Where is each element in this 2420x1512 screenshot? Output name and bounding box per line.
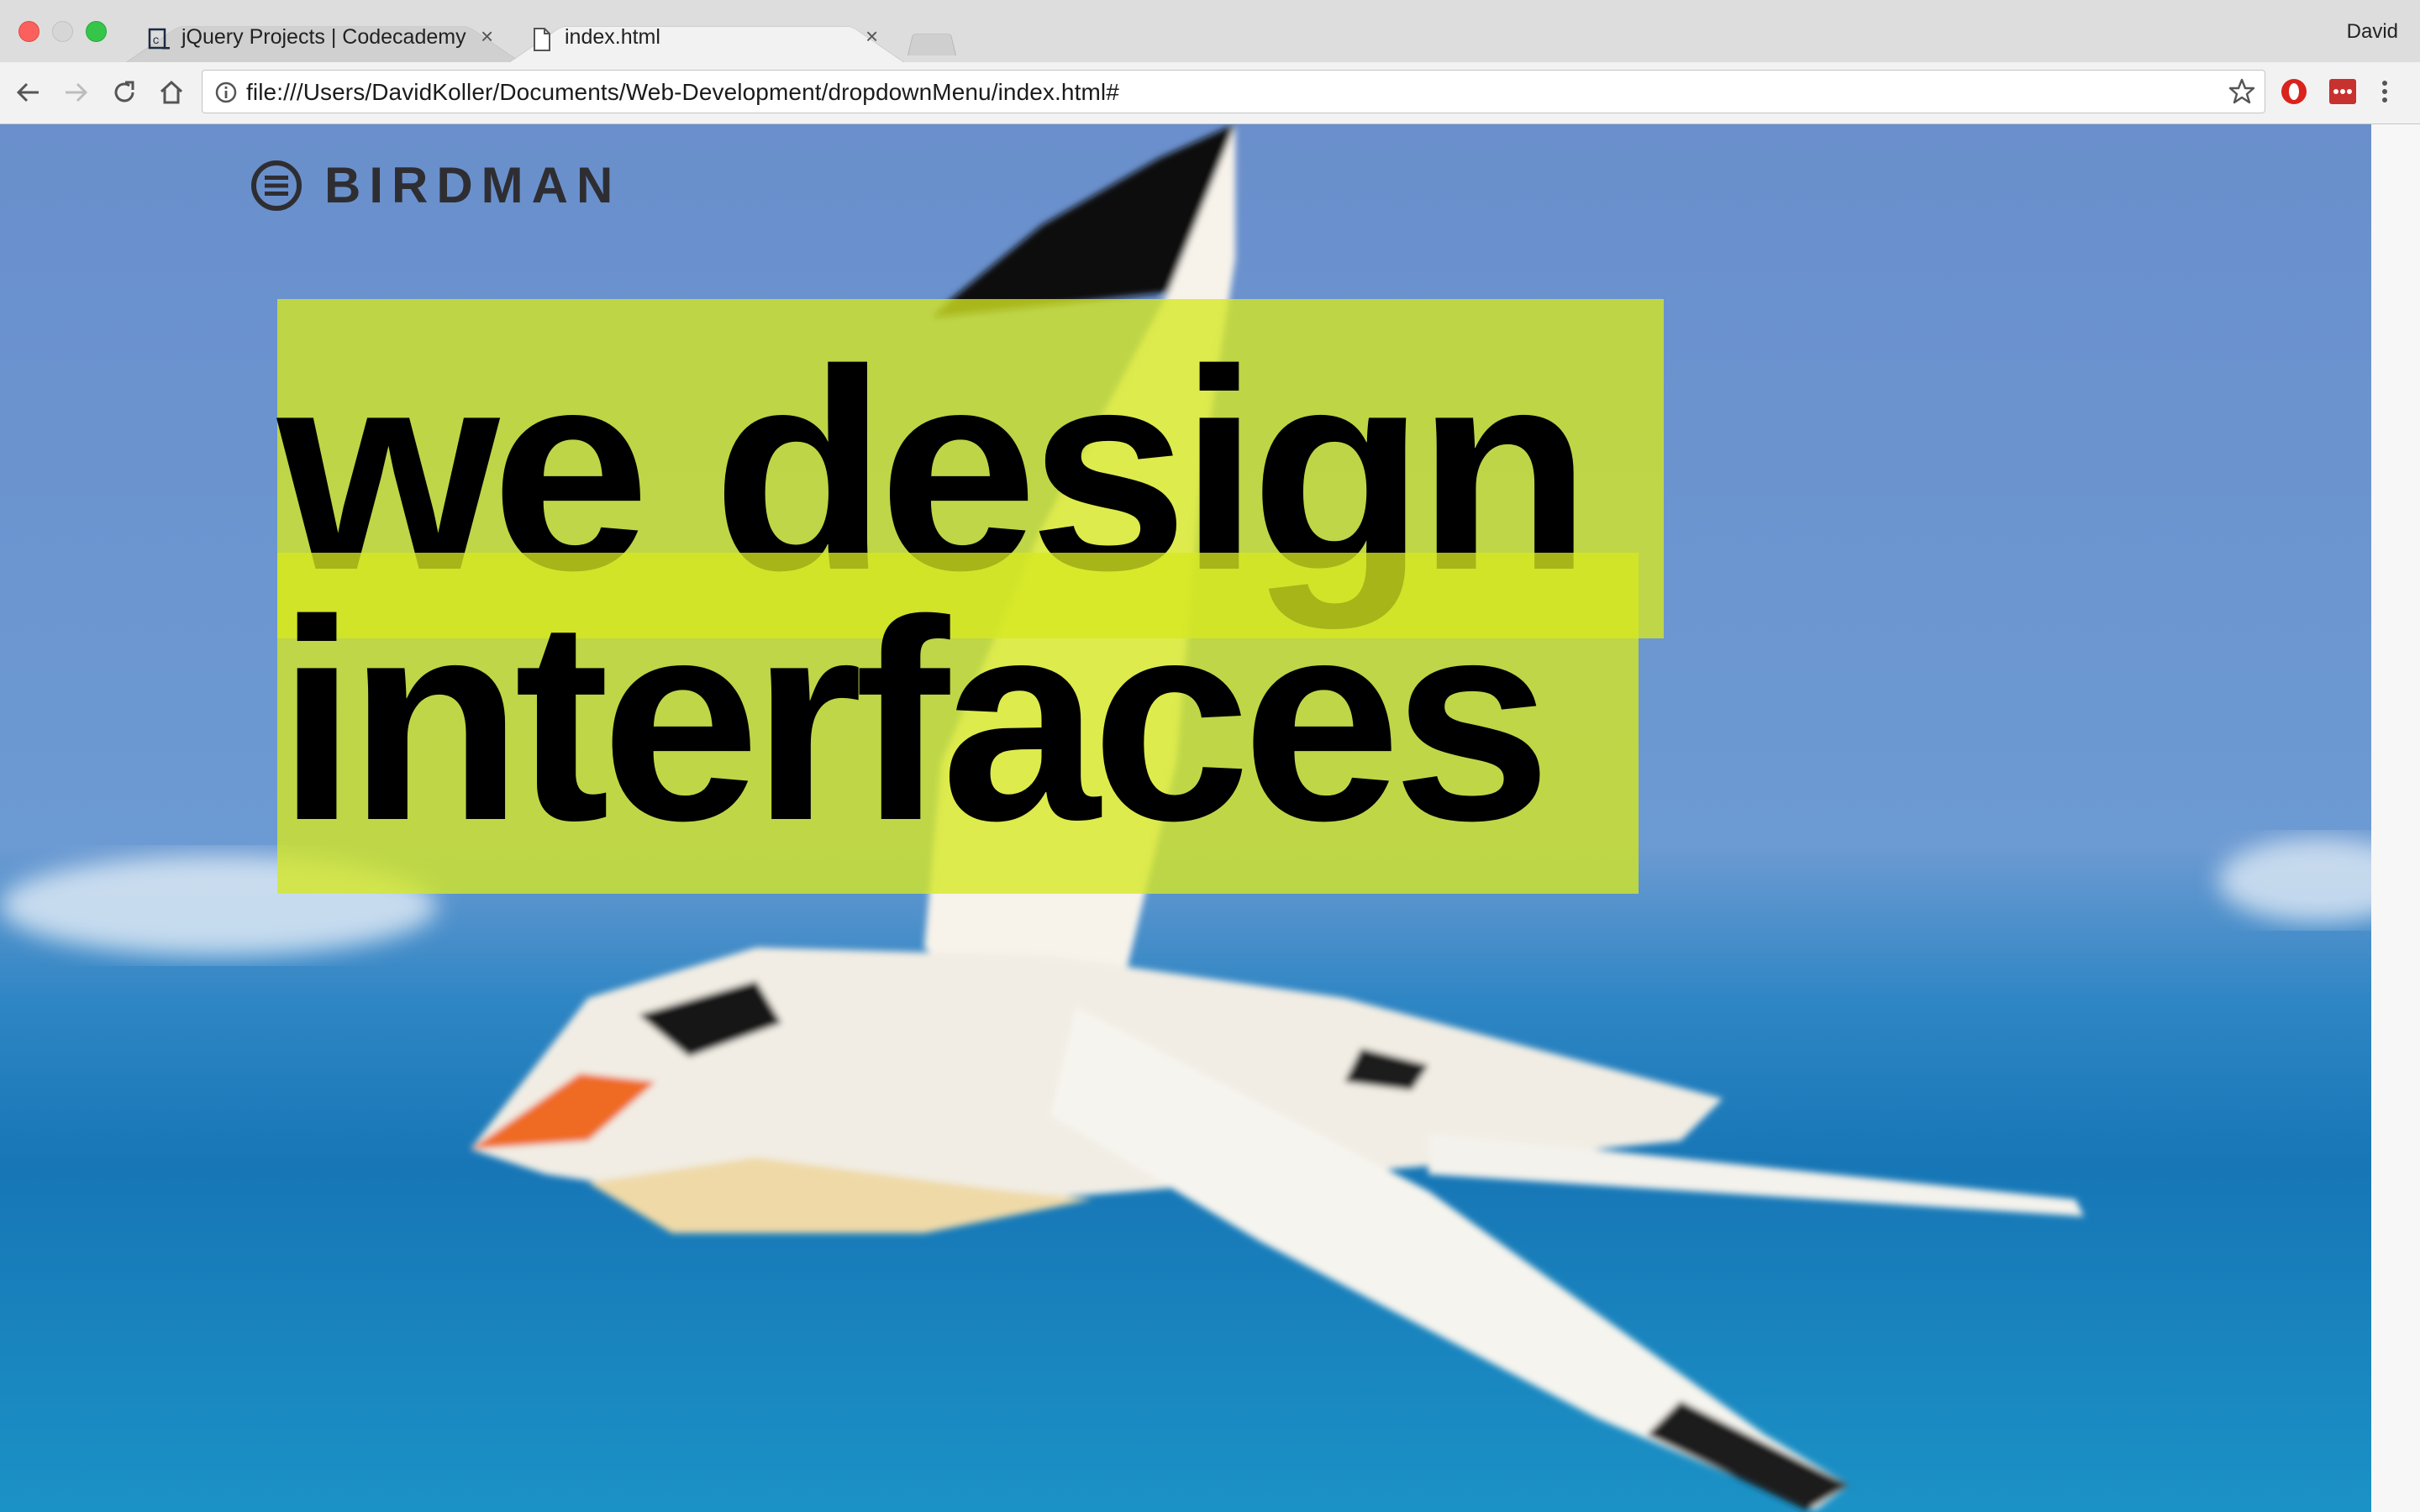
new-tab-button[interactable] <box>908 27 956 55</box>
browser-toolbar: file:///Users/DavidKoller/Documents/Web-… <box>0 62 2420 124</box>
scrollbar[interactable] <box>2371 124 2420 1512</box>
opera-extension-icon[interactable] <box>2279 76 2309 107</box>
window-zoom-button[interactable] <box>86 21 107 42</box>
site-logo[interactable]: BIRDMAN <box>250 156 621 214</box>
profile-name[interactable]: David <box>2347 20 2398 44</box>
tab-strip: c jQuery Projects | Codecademy × index.h… <box>0 0 2420 62</box>
reload-button[interactable] <box>108 76 141 109</box>
hero-section: BIRDMAN we design interfaces <box>0 124 2371 1512</box>
menu-dots-icon[interactable] <box>2375 76 2395 107</box>
tab-close-button[interactable]: × <box>865 24 878 49</box>
tab-close-button[interactable]: × <box>481 24 493 49</box>
reload-icon <box>114 81 134 102</box>
tab-codecademy[interactable]: c jQuery Projects | Codecademy × <box>126 12 521 62</box>
new-tab-shape <box>908 34 956 55</box>
lastpass-extension-icon[interactable] <box>2328 76 2358 107</box>
hero-headline: we design interfaces <box>277 299 1664 894</box>
back-arrow-icon <box>16 82 39 102</box>
hamburger-circle-icon[interactable] <box>250 160 302 212</box>
window-close-button[interactable] <box>18 21 39 42</box>
bookmark-star-icon[interactable] <box>2228 77 2256 106</box>
logo-text: BIRDMAN <box>324 157 622 213</box>
headline-line-2: interfaces <box>277 553 1639 894</box>
home-button[interactable] <box>155 76 188 109</box>
url-text[interactable]: file:///Users/DavidKoller/Documents/Web-… <box>246 79 1119 106</box>
page-viewport: BIRDMAN we design interfaces <box>0 124 2420 1512</box>
headline-text-2: interfaces <box>277 561 1551 880</box>
info-icon[interactable] <box>214 81 238 104</box>
headline-line-1: we design <box>277 299 1664 638</box>
address-bar[interactable]: file:///Users/DavidKoller/Documents/Web-… <box>202 70 2265 113</box>
codecademy-favicon: c <box>148 28 170 50</box>
home-icon <box>160 80 183 104</box>
svg-text:c: c <box>153 34 160 48</box>
forward-arrow-icon <box>66 82 88 102</box>
tab-title: jQuery Projects | Codecademy <box>182 25 466 49</box>
tab-title: index.html <box>565 25 660 49</box>
tab-index-html[interactable]: index.html × <box>509 12 904 62</box>
back-button[interactable] <box>12 76 45 109</box>
forward-button[interactable] <box>59 76 92 109</box>
file-icon <box>534 28 550 51</box>
window-minimize-button[interactable] <box>52 21 73 42</box>
